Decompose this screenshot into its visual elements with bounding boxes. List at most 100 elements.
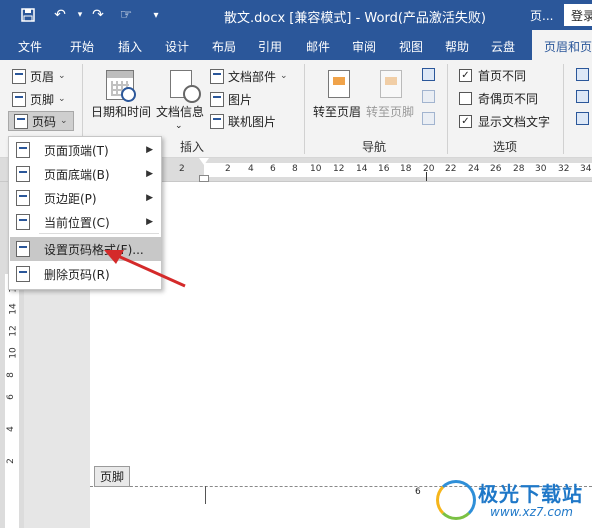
ruler-number: 14: [356, 164, 368, 174]
ruler-number: 34: [580, 164, 592, 174]
header-label: 页眉: [30, 69, 55, 84]
ruler-number: 8: [5, 372, 16, 378]
current-position-icon: [16, 214, 30, 230]
ruler-number: 32: [558, 164, 570, 174]
tab-design[interactable]: 设计: [165, 38, 189, 55]
picture-button[interactable]: 图片: [210, 89, 252, 109]
go-to-header-icon[interactable]: [328, 70, 350, 98]
footer-button[interactable]: 页脚 ⌄: [12, 89, 66, 109]
page-margins-icon: [16, 190, 30, 206]
customize-toolbar-icon[interactable]: ▾: [146, 5, 166, 25]
odd-even-different-checkbox[interactable]: 奇偶页不同: [459, 89, 538, 107]
menu-item-label: 当前位置(C): [44, 215, 110, 230]
ruler-number: 28: [513, 164, 525, 174]
submenu-arrow-icon: ▶: [146, 193, 153, 203]
date-time-button[interactable]: 日期和时间: [91, 101, 151, 121]
footer-tag: 页脚: [94, 466, 131, 487]
online-picture-label: 联机图片: [228, 114, 277, 129]
tab-layout[interactable]: 布局: [212, 38, 236, 55]
submenu-arrow-icon: ▶: [146, 145, 153, 155]
insert-group-label: 插入: [180, 140, 205, 154]
menu-item-label: 页面顶端(T): [44, 143, 109, 158]
menu-item-current-position[interactable]: 当前位置(C) ▶: [10, 210, 161, 234]
go-to-header-button[interactable]: 转至页眉: [313, 101, 361, 121]
clock-icon: [121, 87, 136, 102]
watermark: 极光下载站 www.xz7.com: [436, 476, 592, 528]
tab-view[interactable]: 视图: [399, 38, 423, 55]
document-parts-label: 文档部件: [228, 69, 277, 84]
ruler-number: 30: [535, 164, 547, 174]
submenu-arrow-icon: ▶: [146, 217, 153, 227]
document-parts-icon: [210, 68, 224, 84]
document-title: 散文.docx [兼容模式] - Word(产品激活失败): [224, 11, 486, 26]
ruler-number: 14: [8, 303, 19, 315]
ruler-text-area: [204, 163, 592, 177]
tab-insert[interactable]: 插入: [118, 38, 142, 55]
show-document-text-checkbox[interactable]: ✓ 显示文档文字: [459, 112, 550, 130]
online-picture-button[interactable]: 联机图片: [210, 111, 276, 131]
remove-page-numbers-icon: [16, 266, 30, 282]
document-info-dropdown-icon[interactable]: ⌄: [175, 116, 183, 136]
watermark-url: www.xz7.com: [490, 505, 573, 519]
bottom-of-page-icon: [16, 166, 30, 182]
menu-item-format-page-numbers[interactable]: 设置页码格式(F)...: [10, 237, 161, 261]
ruler-number: 26: [490, 164, 502, 174]
page-number-button[interactable]: 页码 ⌄: [8, 111, 74, 131]
checkbox-unchecked-icon: [459, 91, 472, 105]
online-picture-icon: [210, 113, 224, 129]
tab-home[interactable]: 开始: [70, 38, 94, 55]
undo-dropdown-icon[interactable]: ▾: [70, 5, 90, 25]
odd-even-label: 奇偶页不同: [478, 91, 539, 106]
document-info-icon[interactable]: [170, 70, 201, 103]
footer-position-icon[interactable]: [576, 90, 589, 103]
group-divider: [563, 64, 564, 154]
menu-item-remove-page-numbers[interactable]: 删除页码(R): [10, 262, 161, 286]
left-indent-marker[interactable]: [199, 175, 209, 182]
login-button[interactable]: 登录: [564, 4, 592, 26]
first-line-indent-marker[interactable]: [199, 158, 209, 165]
tab-cloud[interactable]: 云盘: [491, 38, 515, 55]
ruler-number: 12: [8, 325, 19, 337]
header-button[interactable]: 页眉 ⌄: [12, 66, 66, 86]
checkbox-checked-icon: ✓: [459, 114, 472, 128]
picture-icon: [210, 91, 224, 107]
tab-header-footer[interactable]: 页眉和页: [532, 30, 592, 60]
menu-item-bottom-of-page[interactable]: 页面底端(B) ▶: [10, 162, 161, 186]
tab-help[interactable]: 帮助: [445, 38, 469, 55]
header-position-icon[interactable]: [576, 68, 589, 81]
tab-file[interactable]: 文件: [18, 38, 42, 55]
tab-review[interactable]: 审阅: [352, 38, 376, 55]
tab-mailings[interactable]: 邮件: [306, 38, 330, 55]
tab-stop-marker[interactable]: [426, 172, 427, 181]
ruler-number: 2: [225, 164, 231, 174]
redo-icon[interactable]: ↷: [88, 5, 108, 25]
menu-separator: [39, 233, 159, 234]
touch-mode-icon[interactable]: ☞: [116, 5, 136, 25]
footer-label: 页脚: [30, 92, 55, 107]
insert-alignment-tab-icon[interactable]: [576, 112, 589, 125]
page-number-label: 页码: [32, 114, 57, 129]
document-parts-button[interactable]: 文档部件 ⌄: [210, 66, 288, 86]
navigation-group-label: 导航: [362, 140, 387, 154]
ruler-number: 18: [400, 164, 412, 174]
options-group-label: 选项: [493, 140, 518, 154]
menu-item-top-of-page[interactable]: 页面顶端(T) ▶: [10, 138, 161, 162]
show-text-label: 显示文档文字: [478, 114, 551, 129]
page-number-field[interactable]: 6: [415, 487, 421, 497]
ribbon-tabs: 文件 开始 插入 设计 布局 引用 邮件 审阅 视图 帮助 云盘: [0, 30, 592, 60]
menu-item-label: 页边距(P): [44, 191, 97, 206]
ruler-number: 20: [423, 164, 435, 174]
picture-label: 图片: [228, 92, 253, 107]
ruler-number: 22: [445, 164, 457, 174]
tab-references[interactable]: 引用: [258, 38, 282, 55]
previous-section-icon[interactable]: [422, 68, 435, 81]
calendar-icon[interactable]: [106, 70, 136, 102]
group-divider: [447, 64, 448, 154]
ruler-number: 4: [5, 426, 16, 432]
undo-icon[interactable]: ↶: [50, 5, 70, 25]
save-icon[interactable]: [18, 5, 38, 25]
first-page-different-checkbox[interactable]: ✓ 首页不同: [459, 66, 526, 84]
ruler-number: 24: [468, 164, 480, 174]
title-extra[interactable]: 页...: [530, 7, 553, 24]
menu-item-page-margins[interactable]: 页边距(P) ▶: [10, 186, 161, 210]
